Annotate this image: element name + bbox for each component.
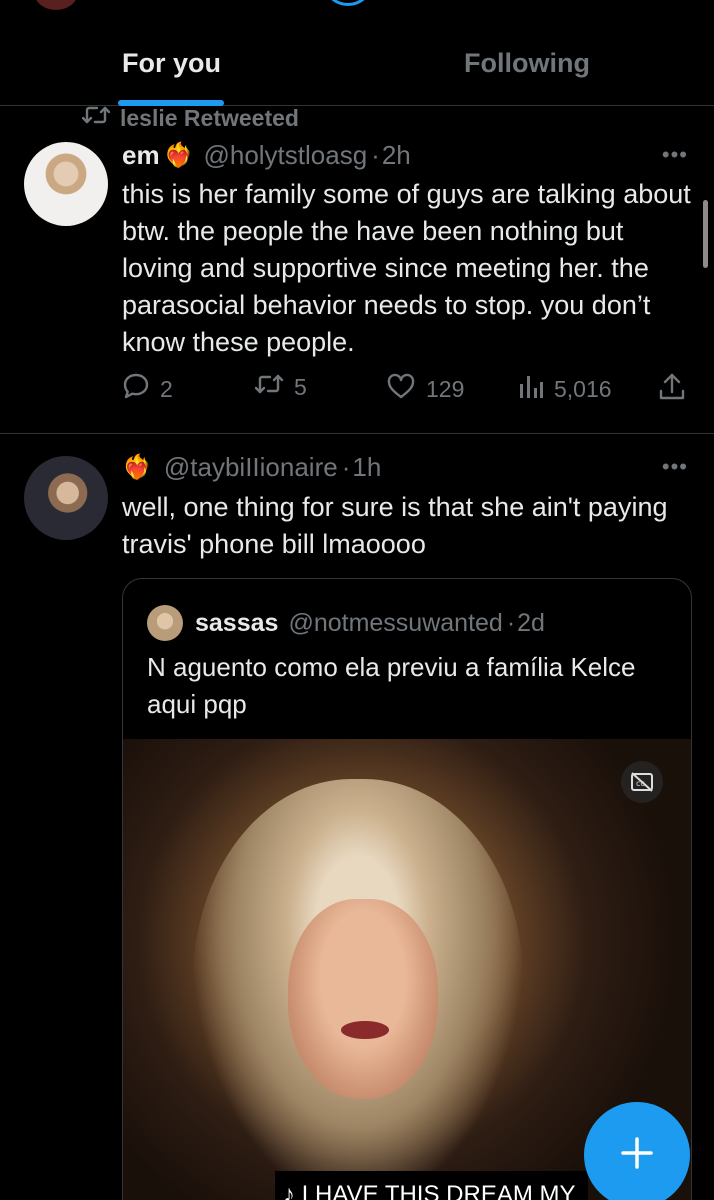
handle[interactable]: @holytstloasg [203,140,367,171]
retweet-icon [81,104,111,132]
share-icon [658,372,686,408]
tweet-header: ❤️‍🔥 @taybiIIionaire · 1h [122,452,381,483]
handle[interactable]: @taybiIIionaire [164,452,338,483]
more-icon[interactable]: ••• [662,142,688,168]
retweet-context[interactable]: leslie Retweeted [81,104,299,132]
display-name: sassas [195,608,279,637]
tweet-text: well, one thing for sure is that she ain… [122,492,668,559]
like-icon [386,372,416,406]
video-frame-lips [341,1021,389,1039]
reply-icon [122,372,150,406]
captions-icon[interactable]: cc [621,761,663,803]
compose-plus-icon [619,1135,655,1176]
retweet-icon [254,372,284,402]
retweet-label: leslie Retweeted [120,104,299,131]
timestamp: 2d [517,608,545,637]
share-button[interactable] [658,372,686,408]
display-name[interactable]: em [122,140,160,171]
heart-on-fire-emoji: ❤️‍🔥 [163,142,194,169]
separator: · [341,452,351,482]
tab-for-you[interactable]: For you [122,48,221,79]
avatar[interactable] [24,142,108,226]
quote-header: sassas @notmessuwanted · 2d [147,605,545,641]
top-bar-partial [0,0,714,10]
video-frame-face [288,899,438,1099]
avatar[interactable] [24,456,108,540]
profile-avatar[interactable] [34,0,78,10]
tab-following[interactable]: Following [464,48,590,79]
video-caption: ♪ I HAVE THIS DREAM MY [275,1171,588,1200]
compose-button[interactable] [584,1102,690,1200]
tweet-text: this is her family some of guys are talk… [122,179,691,357]
reply-button[interactable]: 2 [122,372,173,406]
retweet-count: 5 [294,373,307,400]
separator: · [506,608,516,637]
retweet-button[interactable]: 5 [254,372,307,402]
reply-count: 2 [160,375,173,402]
tweet-actions: 2 5 129 5,016 [122,372,694,408]
tweet-header: em ❤️‍🔥 @holytstloasg · 2h [122,140,411,171]
separator: · [371,140,380,170]
handle: @notmessuwanted [288,608,503,637]
svg-text:cc: cc [636,779,645,788]
scrollbar[interactable] [703,200,708,268]
timestamp[interactable]: 2h [382,140,411,171]
more-icon[interactable]: ••• [662,454,688,480]
views-button[interactable]: 5,016 [518,372,612,406]
quoted-tweet[interactable]: sassas @notmessuwanted · 2d N aguento co… [122,578,692,1200]
views-icon [518,372,544,406]
like-count: 129 [426,375,465,402]
quote-text: N aguento como ela previu a família Kelc… [147,652,636,719]
avatar [147,605,183,641]
timeline-tabs: For you Following [0,36,714,106]
view-count: 5,016 [554,375,612,402]
app-logo [326,0,370,6]
heart-on-fire-emoji: ❤️‍🔥 [122,454,152,481]
like-button[interactable]: 129 [386,372,464,406]
timestamp[interactable]: 1h [352,452,381,483]
tweet-divider [0,433,714,434]
